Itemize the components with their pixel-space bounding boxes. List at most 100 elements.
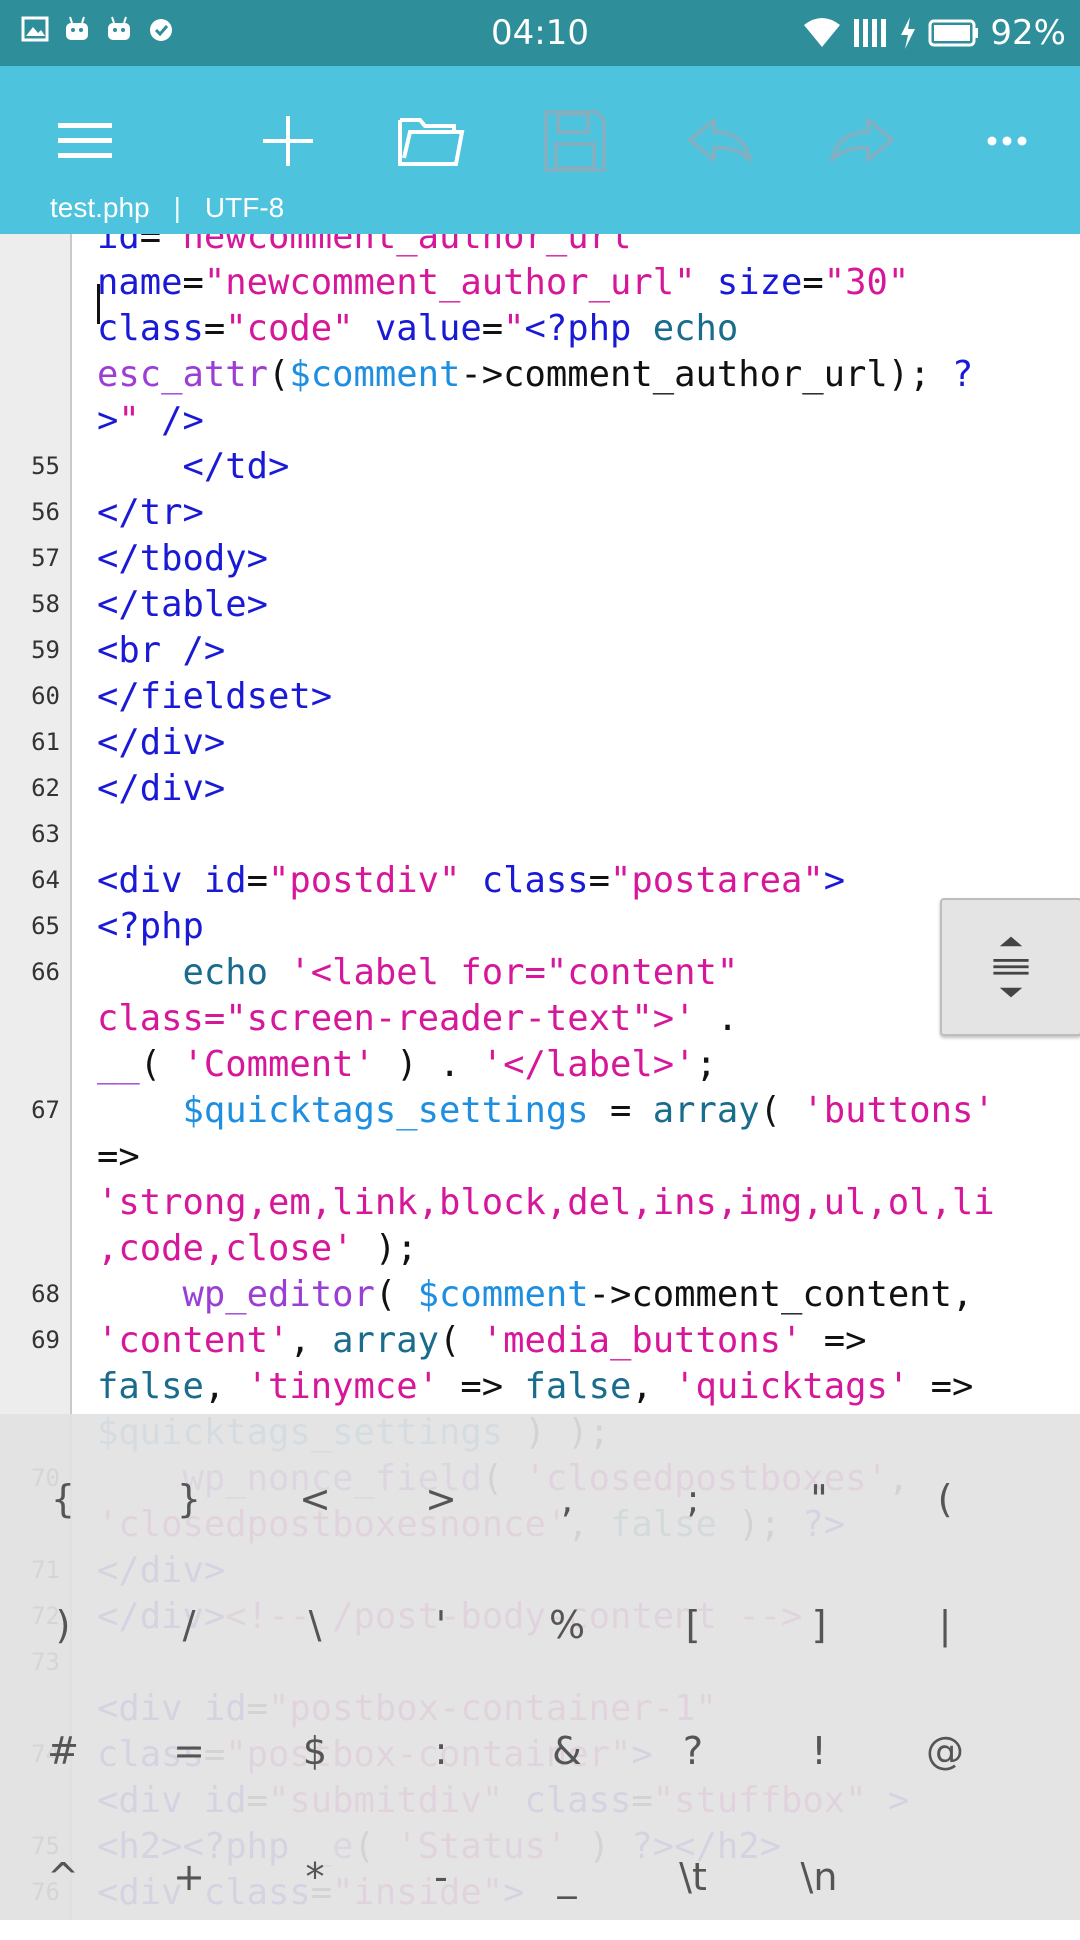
symbol-key[interactable]: ^ (0, 1814, 126, 1940)
more-icon[interactable] (952, 86, 1062, 196)
line-number: 66 (31, 958, 60, 986)
code-line[interactable]: <div id="postdiv" class="postarea"> (97, 858, 1072, 904)
code-token: "postarea" (609, 860, 824, 901)
code-token: $quicktags_settings (182, 1090, 589, 1131)
code-token: => (802, 1320, 867, 1361)
save-icon[interactable] (520, 86, 630, 196)
code-line[interactable]: class="screen-reader-text">' . (97, 996, 1072, 1042)
symbol-key[interactable]: $ (252, 1688, 378, 1814)
code-line[interactable]: >" /> (97, 398, 1072, 444)
symbol-key[interactable]: ' (378, 1562, 504, 1688)
symbol-key[interactable]: \n (756, 1814, 882, 1940)
symbol-key[interactable]: / (126, 1562, 252, 1688)
undo-icon[interactable] (664, 86, 774, 196)
symbol-key[interactable]: _ (504, 1814, 630, 1940)
code-line[interactable]: 'strong,em,link,block,del,ins,img,ul,ol,… (97, 1180, 1072, 1226)
code-token: ; (695, 1044, 717, 1085)
symbol-key[interactable]: ) (0, 1562, 126, 1688)
fast-scroll-handle[interactable] (940, 898, 1080, 1036)
code-line[interactable]: esc_attr($comment->comment_author_url); … (97, 352, 1072, 398)
symbol-key[interactable]: @ (882, 1688, 1008, 1814)
symbol-key[interactable]: + (126, 1814, 252, 1940)
line-number: 57 (31, 544, 60, 572)
file-encoding[interactable]: UTF-8 (205, 190, 284, 226)
symbol-key[interactable]: , (504, 1436, 630, 1562)
code-line[interactable]: __( 'Comment' ) . '</label>'; (97, 1042, 1072, 1088)
redo-icon[interactable] (808, 86, 918, 196)
symbol-key[interactable]: [ (630, 1562, 756, 1688)
code-line[interactable] (97, 812, 1072, 858)
code-token: false (524, 1366, 632, 1407)
symbol-key[interactable]: | (882, 1562, 1008, 1688)
symbol-key[interactable]: > (378, 1436, 504, 1562)
code-token: </fieldset> (97, 676, 333, 717)
code-line[interactable]: name="newcomment_author_url" size="30" (97, 260, 1072, 306)
code-token: ( (438, 1320, 482, 1361)
code-line[interactable]: class="code" value="<?php echo (97, 306, 1072, 352)
symbol-key[interactable]: < (252, 1436, 378, 1562)
code-token: id (203, 860, 247, 901)
code-line[interactable]: id="newcomment_author_url" (97, 234, 1072, 260)
new-file-icon[interactable] (233, 86, 343, 196)
symbol-key[interactable]: - (378, 1814, 504, 1940)
code-token: = (203, 308, 226, 349)
code-line[interactable]: false, 'tinymce' => false, 'quicktags' =… (97, 1364, 1072, 1410)
symbol-key[interactable]: ; (630, 1436, 756, 1562)
code-token: "newcomment_author_url" (203, 262, 696, 303)
file-info-separator: | (173, 192, 181, 223)
code-token: ( (139, 1044, 183, 1085)
symbol-key[interactable]: # (0, 1688, 126, 1814)
code-line[interactable]: $quicktags_settings = array( 'buttons' (97, 1088, 1072, 1134)
symbol-key[interactable]: = (126, 1688, 252, 1814)
code-line[interactable]: <br /> (97, 628, 1072, 674)
symbol-key[interactable]: ] (756, 1562, 882, 1688)
symbol-key[interactable]: * (252, 1814, 378, 1940)
symbol-key[interactable]: % (504, 1562, 630, 1688)
symbol-key[interactable]: " (756, 1436, 882, 1562)
code-token: ( (374, 1274, 418, 1315)
code-line[interactable]: </tbody> (97, 536, 1072, 582)
code-line[interactable]: 'content', array( 'media_buttons' => (97, 1318, 1072, 1364)
code-line[interactable]: </table> (97, 582, 1072, 628)
symbol-key[interactable]: ? (630, 1688, 756, 1814)
code-token: 'buttons' (802, 1090, 995, 1131)
battery-percent: 92% (990, 13, 1066, 53)
menu-icon[interactable] (30, 86, 140, 196)
code-token: ->comment_content, (588, 1274, 974, 1315)
code-token: ); (353, 1228, 418, 1269)
code-line[interactable]: </fieldset> (97, 674, 1072, 720)
code-line[interactable]: </div> (97, 720, 1072, 766)
file-name: test.php (50, 192, 150, 223)
symbol-key[interactable]: ( (882, 1436, 1008, 1562)
symbol-key[interactable]: : (378, 1688, 504, 1814)
code-line[interactable]: echo '<label for="content" (97, 950, 1072, 996)
code-line[interactable]: wp_editor( $comment->comment_content, (97, 1272, 1072, 1318)
code-line[interactable]: <?php (97, 904, 1072, 950)
symbol-key[interactable]: } (126, 1436, 252, 1562)
code-token: esc_attr (97, 354, 268, 395)
code-line[interactable]: => (97, 1134, 1072, 1180)
symbol-key[interactable]: { (0, 1436, 126, 1562)
open-folder-icon[interactable] (376, 86, 486, 196)
code-token: </tbody> (97, 538, 268, 579)
symbol-key[interactable]: \ (252, 1562, 378, 1688)
symbol-key[interactable]: ! (756, 1688, 882, 1814)
code-token: 'tinymce' (246, 1366, 439, 1407)
code-token: wp_editor (182, 1274, 375, 1315)
code-line[interactable]: </div> (97, 766, 1072, 812)
code-token: ,code,close' (97, 1228, 354, 1269)
symbol-key[interactable]: & (504, 1688, 630, 1814)
code-line[interactable]: ,code,close' ); (97, 1226, 1072, 1272)
line-number: 68 (31, 1280, 60, 1308)
code-token: class="screen-reader-text">' (97, 998, 696, 1039)
code-line[interactable]: </tr> (97, 490, 1072, 536)
symbol-key[interactable]: \t (630, 1814, 756, 1940)
charging-icon (898, 15, 918, 51)
code-token: <div (97, 860, 183, 901)
code-line[interactable]: </td> (97, 444, 1072, 490)
code-token: " (118, 400, 140, 441)
line-number: 61 (31, 728, 60, 756)
code-token: echo (182, 952, 269, 993)
code-token: value (374, 308, 482, 349)
